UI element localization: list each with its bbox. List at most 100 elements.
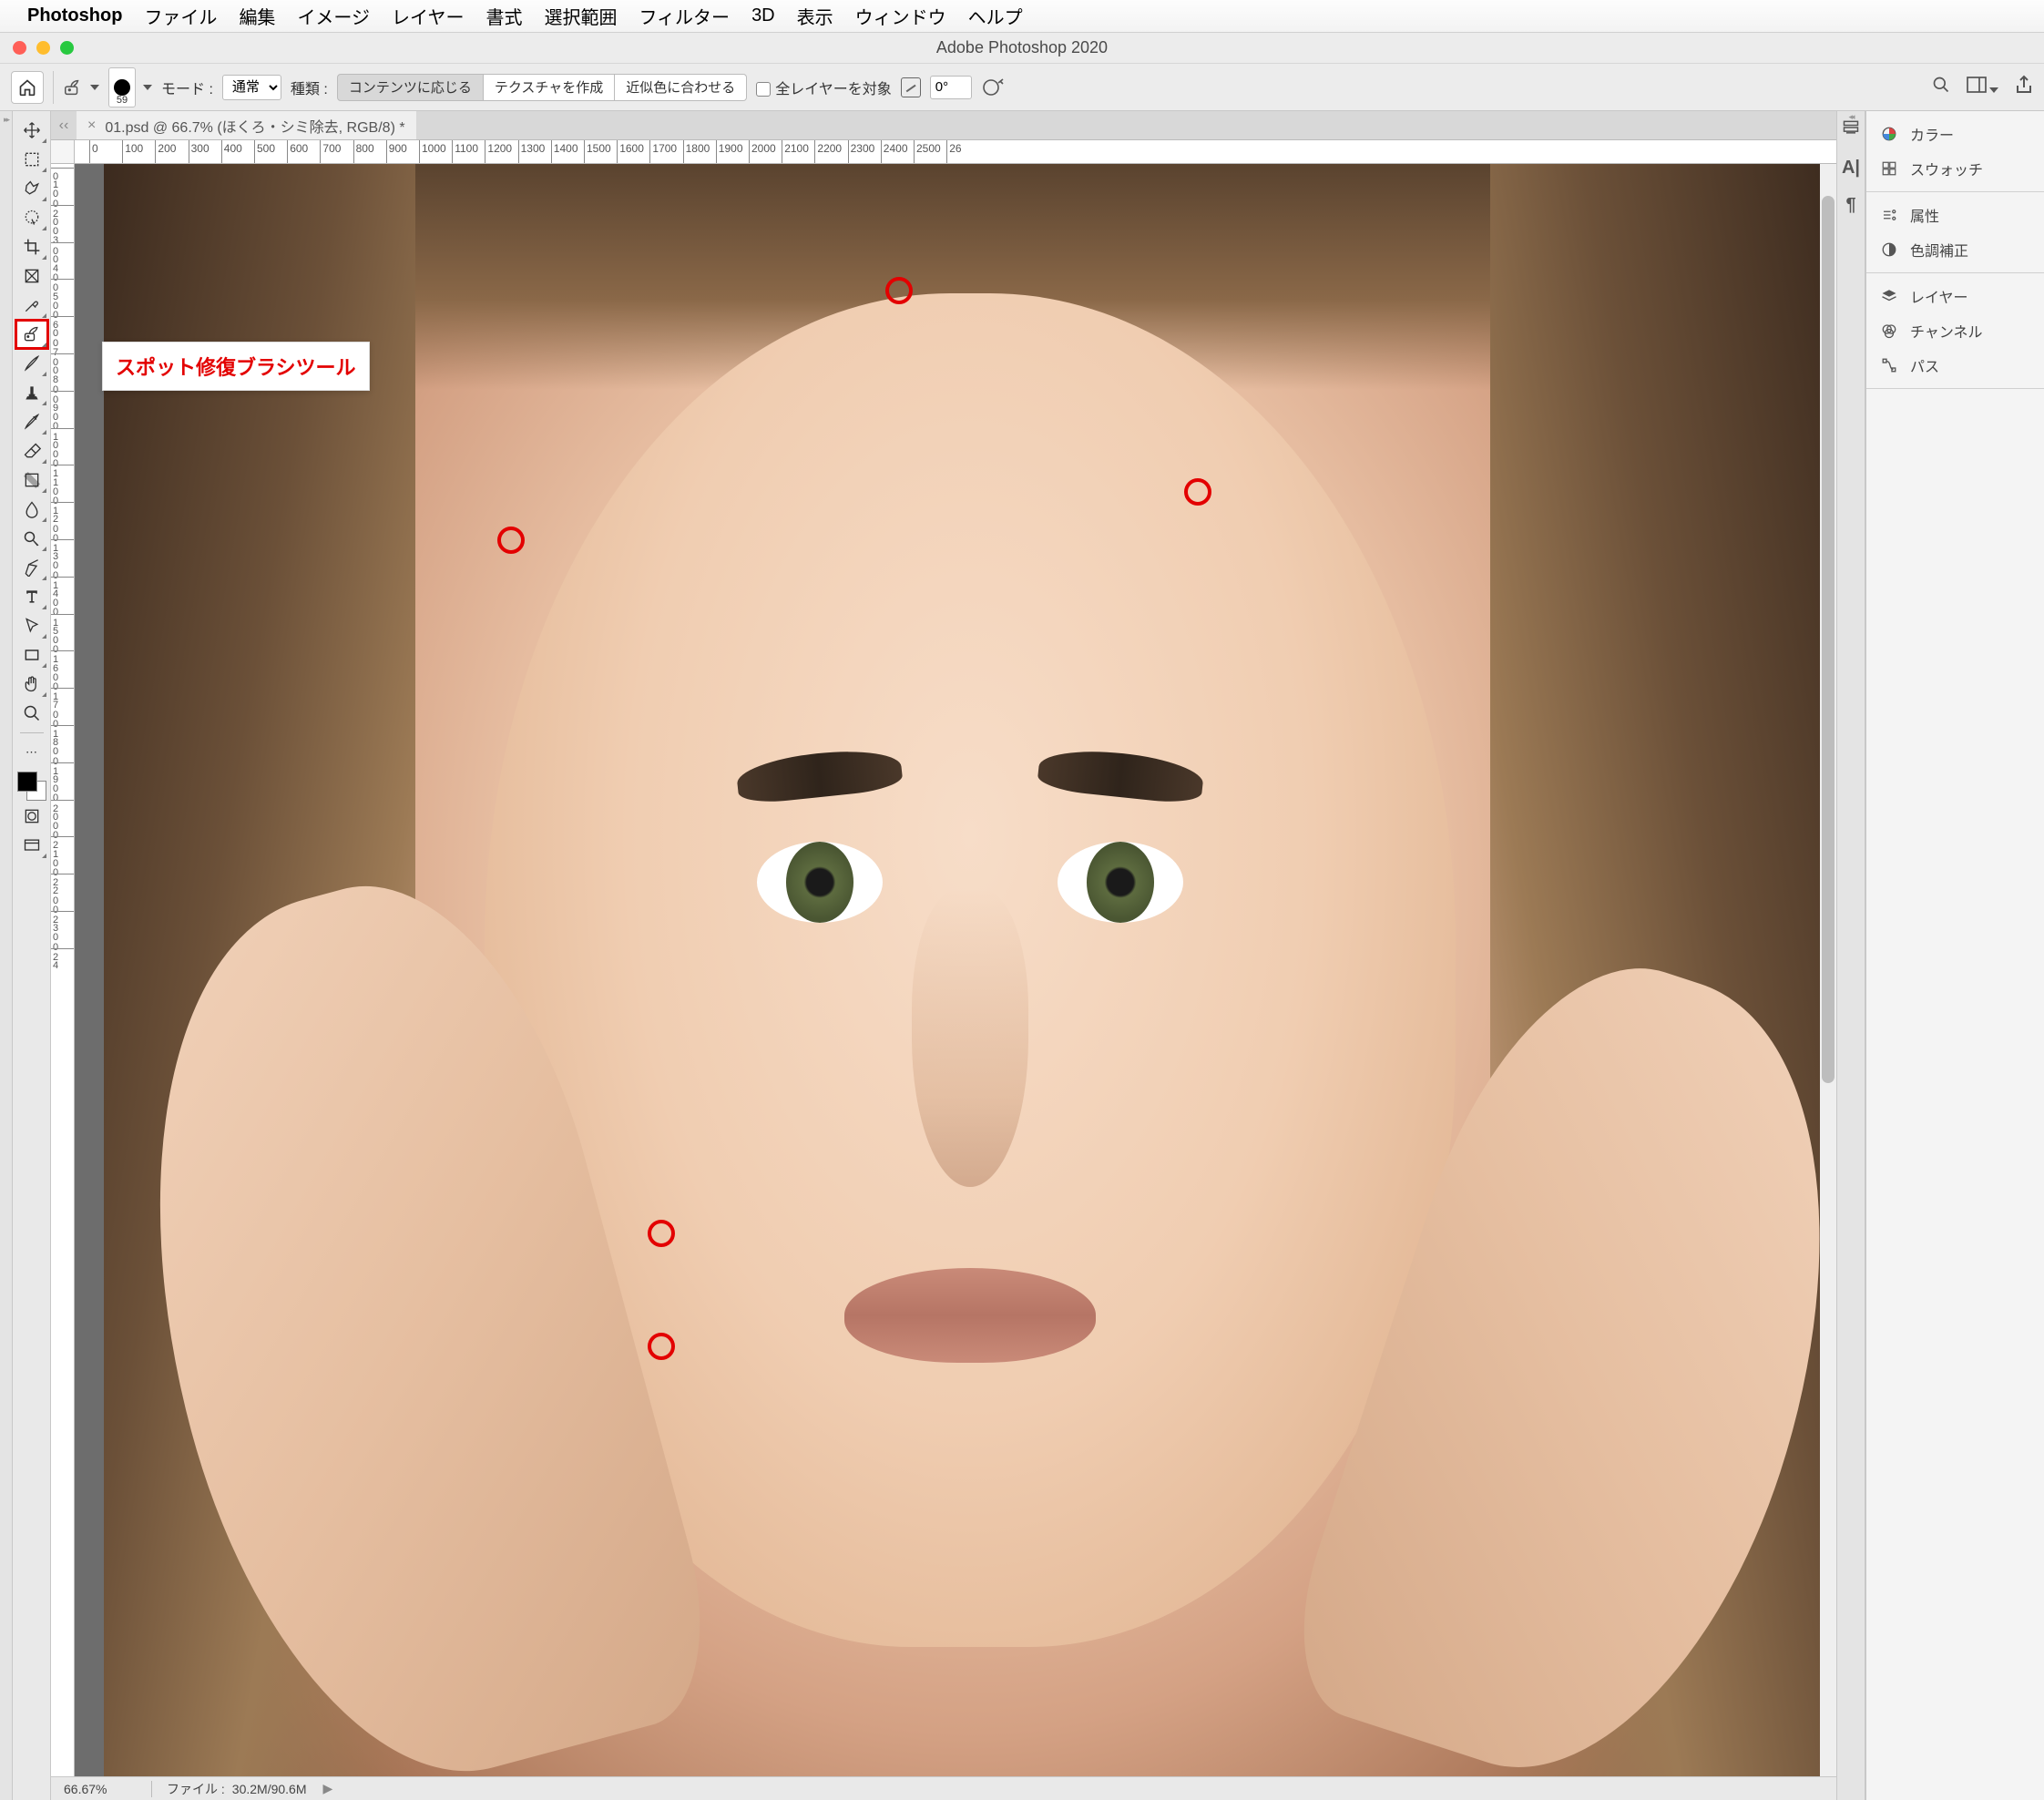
window-title: Adobe Photoshop 2020 — [936, 38, 1108, 57]
history-brush-tool[interactable] — [16, 408, 47, 435]
image-content — [104, 164, 1836, 1776]
document-tab[interactable]: × 01.psd @ 66.7% (ほくろ・シミ除去, RGB/8) * — [77, 111, 416, 139]
horizontal-ruler[interactable]: 0100200300400500600700800900100011001200… — [51, 140, 1836, 164]
character-panel-icon[interactable]: A| — [1842, 158, 1860, 179]
pressure-size-icon[interactable] — [981, 75, 1007, 100]
window-titlebar: Adobe Photoshop 2020 — [0, 33, 2044, 64]
document-area: ‹‹ × 01.psd @ 66.7% (ほくろ・シミ除去, RGB/8) * … — [51, 111, 1836, 1800]
color-wheel-icon — [1879, 125, 1899, 143]
tab-scroll-left-icon[interactable]: ‹‹ — [51, 118, 77, 134]
crop-tool[interactable] — [16, 233, 47, 261]
channels-icon — [1879, 322, 1899, 340]
brush-tool[interactable] — [16, 350, 47, 377]
brush-size-value: 59 — [117, 95, 128, 106]
paths-icon — [1879, 356, 1899, 374]
type-tool[interactable] — [16, 583, 47, 610]
canvas[interactable]: スポット修復ブラシツール — [75, 164, 1836, 1776]
menu-select[interactable]: 選択範囲 — [533, 3, 628, 29]
menu-image[interactable]: イメージ — [286, 3, 381, 29]
path-select-tool[interactable] — [16, 612, 47, 639]
menu-layer[interactable]: レイヤー — [381, 3, 475, 29]
document-tabbar: ‹‹ × 01.psd @ 66.7% (ほくろ・シミ除去, RGB/8) * — [51, 111, 1836, 140]
swatches-panel-tab[interactable]: スウォッチ — [1866, 151, 2044, 186]
menu-window[interactable]: ウィンドウ — [844, 3, 957, 29]
angle-icon[interactable] — [901, 77, 921, 97]
annotation-circle — [648, 1220, 675, 1247]
share-icon[interactable] — [2015, 75, 2033, 100]
rectangle-tool[interactable] — [16, 641, 47, 669]
frame-tool[interactable] — [16, 262, 47, 290]
lasso-tool[interactable] — [16, 175, 47, 202]
vertical-ruler[interactable]: 0100200300400500600700800900100011001200… — [51, 164, 75, 1776]
document-tab-label: 01.psd @ 66.7% (ほくろ・シミ除去, RGB/8) * — [105, 115, 404, 137]
color-swatches[interactable] — [17, 772, 46, 801]
menu-3d[interactable]: 3D — [741, 5, 786, 26]
annotation-circle — [885, 277, 913, 304]
eyedropper-tool[interactable] — [16, 291, 47, 319]
tools-panel: ⋯ — [13, 111, 51, 1800]
toolbar-dock-strip[interactable]: ▸▸ — [0, 111, 13, 1800]
workspace: ▸▸ ⋯ ‹‹ × 01.psd @ 66.7% (ほ — [0, 111, 2044, 1800]
zoom-window-button[interactable] — [60, 41, 74, 55]
menu-type[interactable]: 書式 — [475, 3, 533, 29]
zoom-tool[interactable] — [16, 700, 47, 727]
app-menu[interactable]: Photoshop — [27, 5, 122, 26]
brush-preset-picker[interactable]: 59 — [108, 67, 152, 107]
minimize-window-button[interactable] — [36, 41, 50, 55]
adjustments-panel-tab[interactable]: 色調補正 — [1866, 232, 2044, 267]
angle-input[interactable] — [930, 76, 972, 99]
close-tab-icon[interactable]: × — [87, 118, 96, 134]
pen-tool[interactable] — [16, 554, 47, 581]
edit-toolbar-icon[interactable]: ⋯ — [16, 739, 47, 766]
dodge-tool[interactable] — [16, 525, 47, 552]
type-content-aware-button[interactable]: コンテンツに応じる — [337, 74, 484, 101]
blend-mode-select[interactable]: 通常 — [222, 75, 281, 100]
screen-mode-icon[interactable] — [16, 832, 47, 859]
document-info[interactable]: ファイル :30.2M/90.6M▶ — [152, 1780, 332, 1798]
zoom-level[interactable]: 66.67% — [51, 1782, 151, 1796]
vertical-scrollbar[interactable] — [1820, 164, 1836, 1776]
tool-preset-picker[interactable] — [63, 77, 99, 97]
collapsed-panel-dock: ◂◂ A| ¶ — [1836, 111, 1865, 1800]
tool-annotation-label: スポット修復ブラシツール — [102, 342, 370, 391]
color-panel-tab[interactable]: カラー — [1866, 117, 2044, 151]
quick-mask-icon[interactable] — [16, 803, 47, 830]
clone-stamp-tool[interactable] — [16, 379, 47, 406]
brush-preview-dot — [114, 79, 130, 96]
home-button[interactable] — [11, 71, 44, 104]
spot-healing-brush-tool[interactable] — [16, 321, 47, 348]
adjustments-icon — [1879, 240, 1899, 259]
channels-panel-tab[interactable]: チャンネル — [1866, 313, 2044, 348]
layers-icon — [1879, 287, 1899, 305]
close-window-button[interactable] — [13, 41, 26, 55]
hand-tool[interactable] — [16, 670, 47, 698]
mode-label: モード : — [161, 77, 213, 98]
gradient-tool[interactable] — [16, 466, 47, 494]
menu-edit[interactable]: 編集 — [228, 3, 286, 29]
eraser-tool[interactable] — [16, 437, 47, 465]
swatches-icon — [1879, 159, 1899, 178]
move-tool[interactable] — [16, 117, 47, 144]
sample-all-layers-checkbox[interactable]: 全レイヤーを対象 — [756, 77, 892, 98]
workspace-switcher-icon[interactable] — [1967, 77, 1998, 98]
search-icon[interactable] — [1932, 76, 1950, 99]
type-create-texture-button[interactable]: テクスチャを作成 — [484, 74, 615, 101]
layers-panel-tab[interactable]: レイヤー — [1866, 279, 2044, 313]
menu-view[interactable]: 表示 — [786, 3, 844, 29]
properties-icon — [1879, 206, 1899, 224]
window-controls — [13, 41, 74, 55]
paths-panel-tab[interactable]: パス — [1866, 348, 2044, 383]
marquee-tool[interactable] — [16, 146, 47, 173]
menu-help[interactable]: ヘルプ — [957, 3, 1034, 29]
quick-select-tool[interactable] — [16, 204, 47, 231]
type-proximity-match-button[interactable]: 近似色に合わせる — [615, 74, 747, 101]
blur-tool[interactable] — [16, 496, 47, 523]
status-bar: 66.67% ファイル :30.2M/90.6M▶ — [51, 1776, 1836, 1800]
tool-options-bar: 59 モード : 通常 種類 : コンテンツに応じる テクスチャを作成 近似色に… — [0, 64, 2044, 111]
macos-menubar: Photoshop ファイル 編集 イメージ レイヤー 書式 選択範囲 フィルタ… — [0, 0, 2044, 33]
menu-filter[interactable]: フィルター — [628, 3, 741, 29]
paragraph-panel-icon[interactable]: ¶ — [1845, 195, 1855, 216]
menu-file[interactable]: ファイル — [133, 3, 228, 29]
properties-panel-tab[interactable]: 属性 — [1866, 198, 2044, 232]
panel-stack: カラー スウォッチ 属性 色調補正 レイヤー チャンネル パス — [1865, 111, 2044, 1800]
